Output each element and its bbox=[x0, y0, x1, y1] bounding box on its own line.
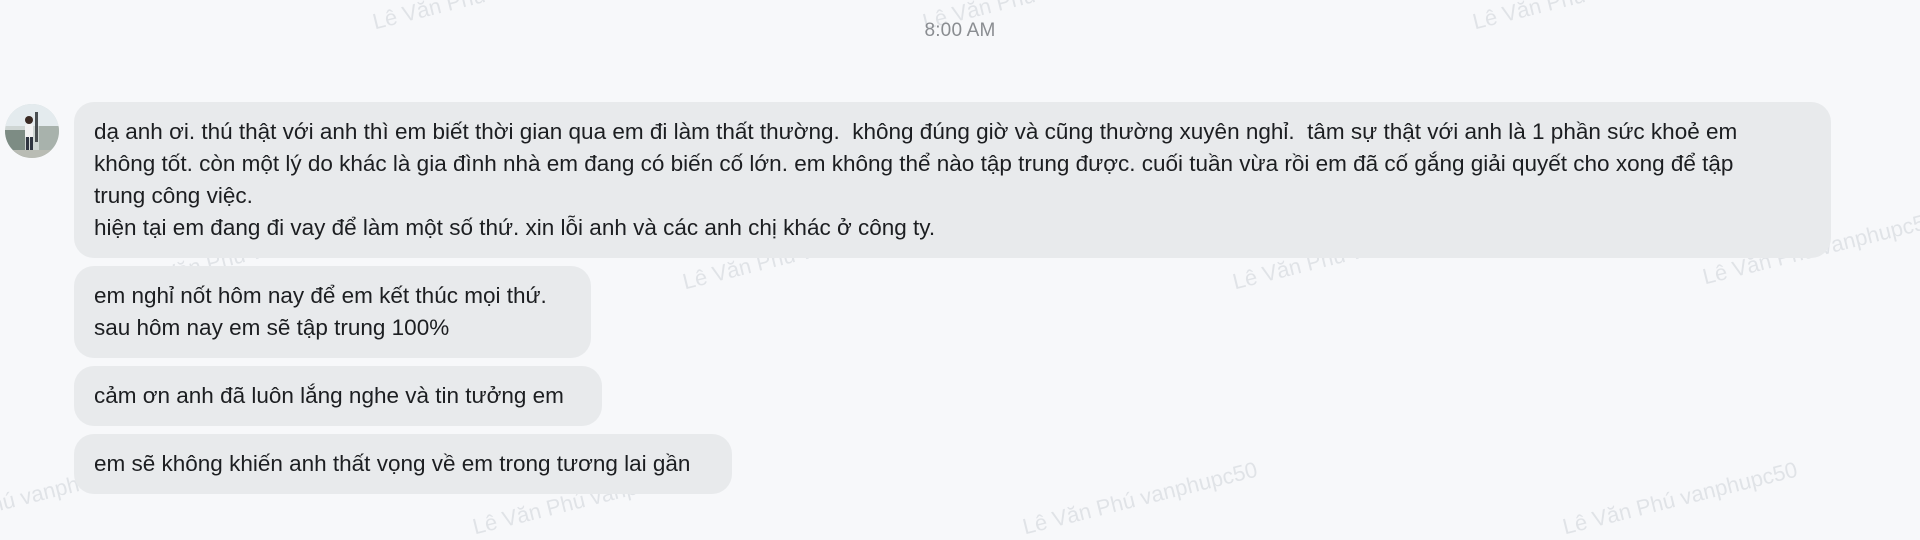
sender-avatar[interactable] bbox=[5, 104, 59, 158]
message-row: cảm ơn anh đã luôn lắng nghe và tin tưởn… bbox=[74, 366, 1834, 426]
message-row: em sẽ không khiến anh thất vọng về em tr… bbox=[74, 434, 1834, 494]
message-group: dạ anh ơi. thú thật với anh thì em biết … bbox=[74, 102, 1834, 502]
message-bubble[interactable]: dạ anh ơi. thú thật với anh thì em biết … bbox=[74, 102, 1831, 258]
avatar-photo-icon bbox=[5, 104, 59, 158]
message-row: dạ anh ơi. thú thật với anh thì em biết … bbox=[74, 102, 1834, 258]
message-timestamp: 8:00 AM bbox=[924, 20, 996, 41]
message-bubble[interactable]: em sẽ không khiến anh thất vọng về em tr… bbox=[74, 434, 732, 494]
message-row: em nghỉ nốt hôm nay để em kết thúc mọi t… bbox=[74, 266, 1834, 358]
message-bubble[interactable]: em nghỉ nốt hôm nay để em kết thúc mọi t… bbox=[74, 266, 591, 358]
message-bubble[interactable]: cảm ơn anh đã luôn lắng nghe và tin tưởn… bbox=[74, 366, 602, 426]
